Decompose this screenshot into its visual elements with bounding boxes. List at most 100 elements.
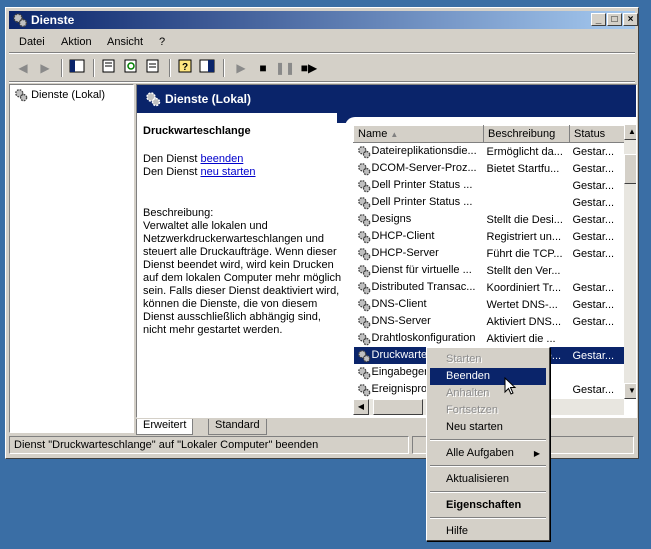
menu-separator (430, 517, 546, 519)
menu-datei[interactable]: Datei (19, 36, 45, 48)
menu-item-anhalten[interactable]: Anhalten (430, 385, 546, 402)
column-header-description[interactable]: Beschreibung (483, 125, 570, 143)
column-header-name[interactable]: Name ▲ (353, 125, 484, 143)
service-status-cell: Gestar... (572, 298, 615, 311)
close-button[interactable]: × (623, 13, 638, 26)
service-name: DCOM-Server-Proz... (371, 162, 477, 175)
table-row[interactable]: Dienst für virtuelle ... Stellt den Ver..… (354, 262, 625, 279)
tree-item-services-local[interactable]: Dienste (Lokal) (14, 88, 105, 102)
title-bar[interactable]: Dienste _ □ × (9, 11, 638, 29)
maximize-button[interactable]: □ (607, 13, 622, 26)
back-icon[interactable]: ◀ (13, 58, 33, 78)
service-name-cell: Dienst für virtuelle ... (354, 262, 484, 279)
table-row[interactable]: Dateireplikationsdie... Ermöglicht da... G… (354, 143, 625, 161)
scroll-up-button[interactable]: ▲ (624, 124, 636, 140)
toolbar: ◀ ▶ ? ▶ ■ ❚❚ ■▶ (9, 56, 635, 80)
service-name-cell: Designs (354, 211, 484, 228)
tab-standard[interactable]: Standard (208, 419, 267, 435)
selected-service-name: Druckwarteschlange (143, 125, 251, 137)
menu-item-fortsetzen[interactable]: Fortsetzen (430, 402, 546, 419)
table-row[interactable]: DNS-Server Aktiviert DNS... Gestar... (354, 313, 625, 330)
menu-separator (9, 52, 635, 54)
results-header-title: Dienste (Lokal) (165, 92, 252, 106)
table-row[interactable]: Designs Stellt die Desi... Gestar... (354, 211, 625, 228)
sort-ascending-icon: ▲ (390, 130, 399, 139)
console-tree-icon[interactable] (67, 58, 87, 78)
show-hide-action-pane-icon[interactable] (197, 58, 217, 78)
service-gear-icon (357, 298, 370, 311)
service-description-cell: Aktiviert DNS... (486, 315, 562, 328)
menu-item-starten[interactable]: Starten (430, 351, 546, 368)
restart-prefix: Den Dienst (143, 166, 201, 178)
menu-item-alle-aufgaben[interactable]: Alle Aufgaben ▶ (430, 445, 546, 462)
service-status-cell: Gestar... (572, 196, 615, 209)
service-name-cell: DHCP-Server (354, 245, 484, 262)
table-row[interactable]: Dell Printer Status ... Gestar... (354, 194, 625, 211)
service-status-cell: Gestar... (569, 347, 625, 364)
minimize-button[interactable]: _ (591, 13, 606, 26)
service-name-cell: Dateireplikationsdie... (354, 143, 484, 161)
service-description-cell: Ermöglicht da... (486, 145, 563, 158)
service-status-cell: Gestar... (572, 145, 615, 158)
forward-icon[interactable]: ▶ (35, 58, 55, 78)
scroll-thumb[interactable] (624, 154, 636, 184)
submenu-arrow-icon: ▶ (533, 449, 540, 458)
header-curve (337, 113, 636, 127)
table-row[interactable]: Distributed Transac... Koordiniert Tr... G… (354, 279, 625, 296)
service-name: Distributed Transac... (371, 281, 476, 294)
service-description-cell: Registriert un... (486, 230, 562, 243)
pause-service-icon[interactable]: ❚❚ (275, 58, 295, 78)
table-row[interactable]: Dell Printer Status ... Gestar... (354, 177, 625, 194)
scroll-down-button[interactable]: ▼ (624, 383, 636, 399)
service-description-cell: Koordiniert Tr... (486, 281, 562, 294)
service-description-cell: Stellt die Desi... (486, 213, 563, 226)
menu-item-neu-starten[interactable]: Neu starten (430, 419, 546, 436)
menu-item-hilfe[interactable]: Hilfe (430, 523, 546, 540)
menu-item-aktualisieren[interactable]: Aktualisieren (430, 471, 546, 488)
results-header: Dienste (Lokal) (137, 85, 636, 113)
table-row[interactable]: DCOM-Server-Proz... Bietet Startfu... Gest… (354, 160, 625, 177)
service-gear-icon (357, 281, 370, 294)
service-status-cell: Gestar... (572, 179, 615, 192)
service-name: Dienst für virtuelle ... (371, 264, 472, 277)
service-status-cell: Gestar... (572, 162, 615, 175)
export-list-icon[interactable] (143, 58, 163, 78)
table-row[interactable]: DHCP-Server Führt die TCP... Gestar... (354, 245, 625, 262)
service-gear-icon (357, 264, 370, 277)
start-service-icon[interactable]: ▶ (231, 58, 251, 78)
table-row[interactable]: Drahtloskonfiguration Aktiviert die ... (354, 330, 625, 347)
description-text: Verwaltet alle lokalen und Netzwerkdruck… (143, 220, 342, 336)
service-name-cell: Distributed Transac... (354, 279, 484, 296)
menu-item-beenden[interactable]: Beenden (430, 368, 546, 385)
tab-erweitert[interactable]: Erweitert (136, 419, 194, 435)
stop-service-icon[interactable]: ■ (253, 58, 273, 78)
context-menu: Starten Beenden Anhalten Fortsetzen Neu … (426, 347, 550, 541)
help-icon[interactable]: ? (175, 58, 195, 78)
service-gear-icon (357, 349, 370, 362)
service-name-cell: Dell Printer Status ... (354, 177, 484, 194)
menu-aktion[interactable]: Aktion (61, 36, 92, 48)
horizontal-scroll-thumb[interactable] (373, 399, 423, 415)
service-status-cell: Gestar... (572, 230, 615, 243)
menu-help[interactable]: ? (159, 36, 165, 48)
restart-line: Den Dienst neu starten (143, 166, 343, 179)
services-gear-icon (146, 92, 161, 107)
column-header-status[interactable]: Status (569, 125, 625, 143)
stop-service-link[interactable]: beenden (200, 153, 243, 165)
refresh-icon[interactable] (121, 58, 141, 78)
table-row[interactable]: DHCP-Client Registriert un... Gestar... (354, 228, 625, 245)
service-gear-icon (357, 213, 370, 226)
service-name-cell: DHCP-Client (354, 228, 484, 245)
menu-item-eigenschaften[interactable]: Eigenschaften (430, 497, 546, 514)
restart-service-link[interactable]: neu starten (200, 166, 255, 178)
results-pane: Dienste (Lokal) Druckwarteschlange Den D… (136, 84, 637, 418)
service-description-cell: Bietet Startfu... (486, 162, 560, 175)
service-name: DHCP-Client (371, 230, 435, 243)
scroll-left-button[interactable]: ◀ (353, 399, 369, 415)
menu-ansicht[interactable]: Ansicht (107, 36, 143, 48)
restart-service-icon[interactable]: ■▶ (299, 58, 319, 78)
properties-icon[interactable] (99, 58, 119, 78)
service-name-cell: Dell Printer Status ... (354, 194, 484, 211)
table-row[interactable]: DNS-Client Wertet DNS-... Gestar... (354, 296, 625, 313)
vertical-scrollbar[interactable]: ▲ ▼ (624, 124, 636, 399)
